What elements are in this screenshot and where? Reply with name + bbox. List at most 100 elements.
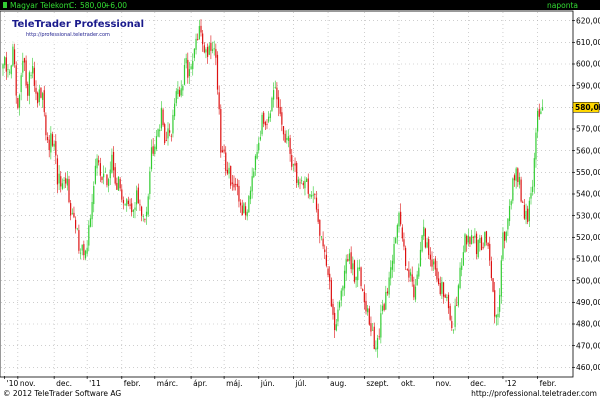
- candle-body: [155, 136, 158, 150]
- candle-body: [187, 59, 189, 78]
- candle-body: [296, 162, 298, 183]
- x-tick-label: aug.: [330, 379, 347, 388]
- candle-body: [512, 178, 514, 201]
- candle-body: [438, 278, 440, 285]
- candle-body: [220, 109, 222, 153]
- header-close-value: 580,00: [80, 1, 106, 10]
- candle-body: [101, 177, 103, 181]
- candle-body: [94, 165, 96, 184]
- candle-body: [160, 108, 162, 129]
- candle-body: [499, 295, 501, 312]
- candle-body: [339, 302, 341, 308]
- candle-body: [215, 49, 217, 58]
- candle-body: [211, 49, 214, 51]
- y-tick-label: 570,00: [576, 125, 600, 134]
- candle-body: [353, 260, 356, 282]
- x-tick-label: ápr.: [193, 379, 207, 388]
- x-tick-label: márc.: [157, 379, 178, 388]
- candle-body: [535, 132, 537, 160]
- candle-body: [319, 219, 321, 236]
- header-period: napontа: [547, 1, 578, 10]
- candle-body: [4, 56, 6, 66]
- candle-body: [256, 152, 258, 159]
- candle-body: [152, 146, 154, 154]
- candle-body: [537, 111, 539, 132]
- candle-body: [240, 202, 242, 206]
- candle-body: [324, 249, 326, 253]
- candle-body: [358, 267, 360, 270]
- candle-body: [43, 90, 45, 113]
- candle-body: [446, 296, 448, 299]
- candle-body: [15, 65, 17, 96]
- candle-body: [2, 64, 4, 69]
- candle-body: [500, 260, 502, 297]
- candle-body: [304, 180, 306, 189]
- candle-body: [37, 92, 39, 104]
- candle-body: [147, 196, 149, 215]
- candle-body: [508, 206, 511, 222]
- candle-body: [42, 93, 44, 100]
- candle-body: [297, 179, 299, 186]
- candle-body: [258, 142, 260, 151]
- candle-body: [538, 109, 540, 117]
- candle-body: [188, 69, 191, 77]
- candle-body: [12, 46, 14, 66]
- x-tick-label: dec.: [56, 379, 72, 388]
- candle-body: [530, 193, 532, 199]
- candle-body: [98, 160, 100, 163]
- candle-body: [315, 197, 318, 210]
- candle-body: [327, 268, 329, 276]
- candle-body: [401, 227, 403, 239]
- candle-body: [337, 309, 339, 322]
- candle-body: [485, 231, 488, 243]
- candle-body: [533, 158, 535, 187]
- x-tick-label: '12: [505, 379, 517, 388]
- candle-body: [7, 69, 9, 70]
- y-tick-label: 540,00: [576, 190, 600, 199]
- candle-body: [268, 116, 270, 122]
- candle-body: [109, 169, 111, 179]
- candle-body: [122, 199, 125, 204]
- candle-body: [467, 235, 469, 243]
- candle-body: [231, 182, 233, 184]
- candle-body: [376, 338, 379, 350]
- candle-body: [106, 174, 108, 186]
- candle-body: [70, 203, 72, 216]
- candle-body: [452, 329, 455, 331]
- candle-body: [317, 209, 319, 222]
- chart-canvas: Magyar Telekom C: 580,00 +6,00 napontа 4…: [0, 0, 600, 398]
- candle-body: [472, 236, 474, 238]
- candle-body: [208, 45, 210, 55]
- x-tick-label: júl.: [294, 379, 306, 388]
- candle-body: [170, 135, 172, 137]
- candle-body: [243, 203, 245, 214]
- candle-body: [370, 323, 372, 332]
- candle-body: [167, 128, 169, 139]
- candle-body: [442, 282, 445, 297]
- candle-body: [433, 261, 435, 265]
- candle-body: [274, 87, 276, 89]
- candle-body: [334, 312, 336, 331]
- candle-body: [329, 273, 331, 282]
- candle-body: [428, 239, 430, 255]
- candle-body: [390, 267, 392, 279]
- watermark-brand: TeleTrader Professional: [12, 19, 144, 30]
- candle-body: [421, 235, 423, 252]
- candle-body: [380, 313, 382, 338]
- candle-body: [164, 124, 166, 144]
- candle-body: [381, 305, 384, 312]
- candle-body: [423, 226, 425, 237]
- candle-body: [398, 213, 400, 227]
- candle-body: [459, 267, 461, 288]
- candle-body: [405, 247, 407, 267]
- candle-body: [322, 238, 324, 247]
- candle-body: [439, 283, 441, 295]
- candle-body: [91, 202, 93, 220]
- candle-body: [350, 252, 352, 270]
- candle-body: [174, 103, 176, 117]
- candle-body: [482, 246, 484, 248]
- candle-body: [63, 179, 65, 181]
- header-close-label: C:: [69, 1, 77, 10]
- candle-body: [403, 239, 405, 247]
- candle-body: [504, 231, 506, 241]
